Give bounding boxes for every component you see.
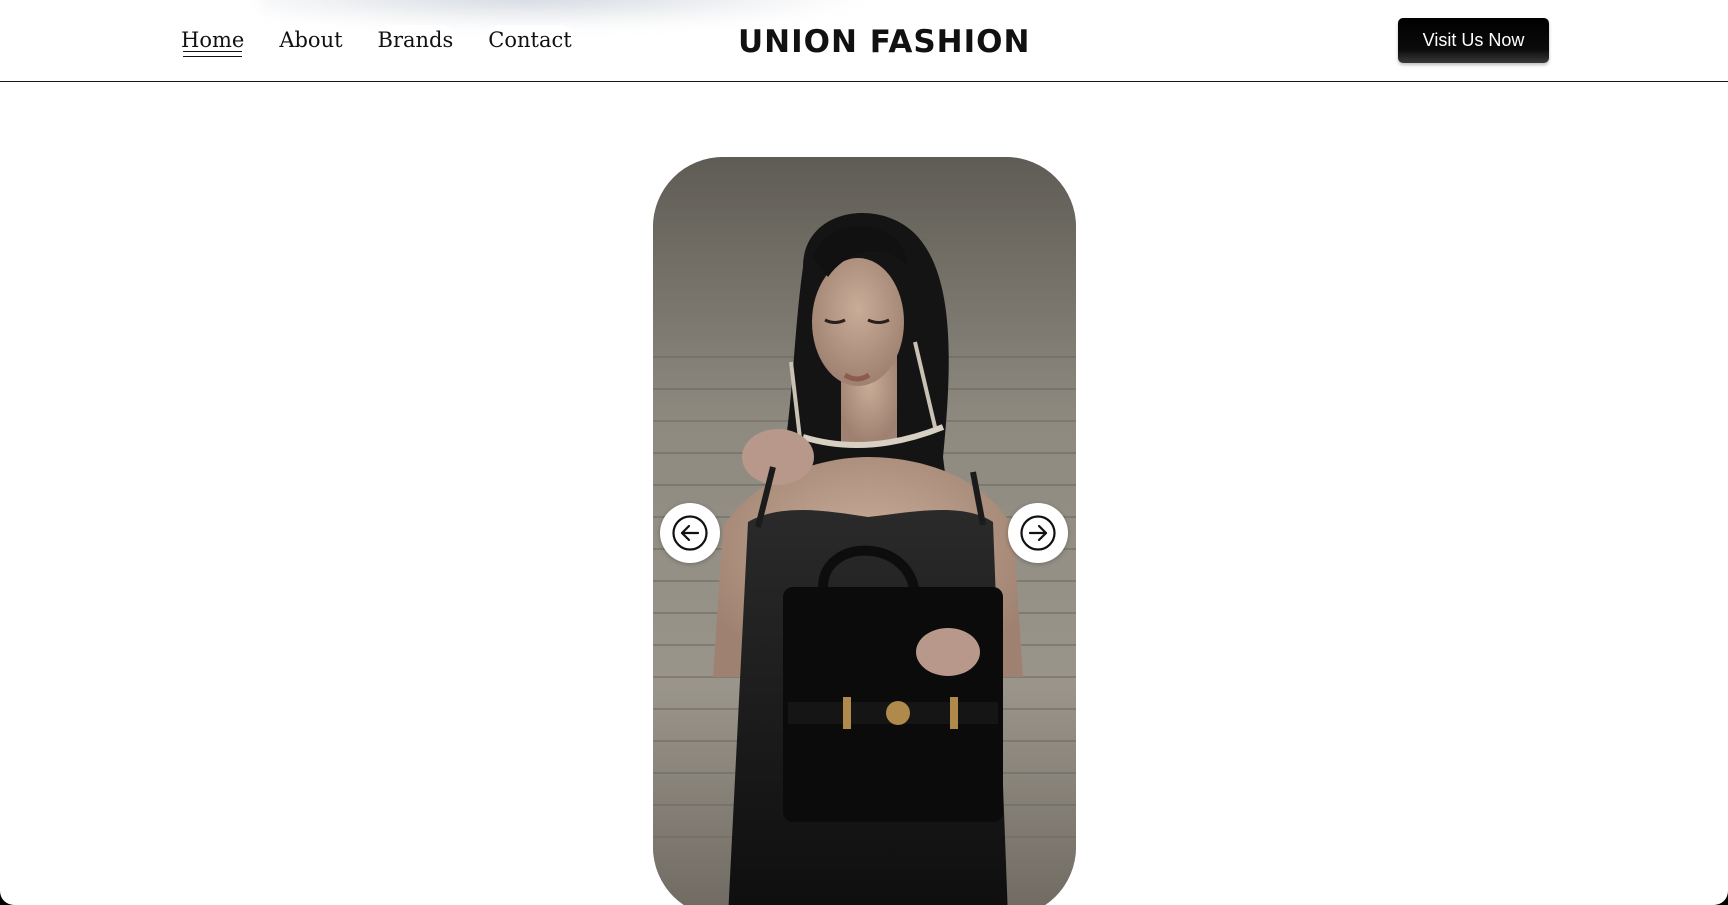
nav-link-home[interactable]: Home [179, 25, 247, 57]
arrow-left-circle-icon [672, 515, 708, 551]
nav-link-contact[interactable]: Contact [486, 25, 574, 55]
site-header: Home About Brands Contact UNION FASHION … [0, 0, 1728, 82]
nav-link-about[interactable]: About [277, 25, 345, 55]
page: Home About Brands Contact UNION FASHION … [0, 0, 1728, 905]
visit-us-now-button[interactable]: Visit Us Now [1398, 18, 1549, 63]
site-logo[interactable]: UNION FASHION [738, 22, 1029, 62]
main-nav: Home About Brands Contact [179, 25, 574, 57]
carousel-next-button[interactable] [1008, 503, 1068, 563]
arrow-right-circle-icon [1020, 515, 1056, 551]
nav-link-brands[interactable]: Brands [375, 25, 456, 55]
carousel-prev-button[interactable] [660, 503, 720, 563]
